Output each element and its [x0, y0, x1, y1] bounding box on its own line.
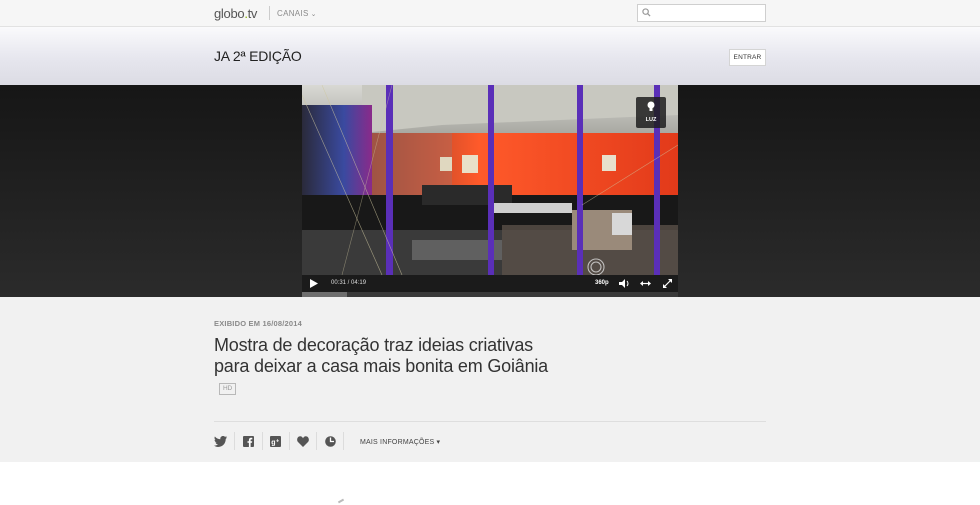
- video-frame[interactable]: [302, 85, 678, 275]
- fullscreen-icon[interactable]: [663, 279, 672, 288]
- section-divider: [214, 421, 766, 422]
- player-stage: LUZ 00:31 / 04:19 360p: [0, 85, 980, 297]
- chevron-down-icon: ▾: [436, 439, 441, 446]
- login-button[interactable]: ENTRAR: [729, 49, 766, 66]
- hd-badge: HD: [219, 383, 236, 395]
- search-box[interactable]: [637, 4, 766, 22]
- channels-menu[interactable]: CANAIS ⌄: [277, 9, 317, 18]
- heart-icon[interactable]: [297, 436, 309, 447]
- widen-icon[interactable]: [640, 279, 651, 288]
- video-title-text: Mostra de decoração traz ideias criativa…: [214, 335, 548, 376]
- social-divider: [343, 432, 344, 450]
- top-navigation-bar: globo.tv CANAIS ⌄: [0, 0, 980, 27]
- video-player[interactable]: LUZ 00:31 / 04:19 360p: [302, 85, 678, 297]
- chevron-down-icon: ⌄: [310, 11, 317, 18]
- player-controls: 00:31 / 04:19 360p: [302, 275, 678, 292]
- search-icon: [642, 8, 651, 17]
- social-divider: [316, 432, 317, 450]
- twitter-icon[interactable]: [214, 436, 227, 447]
- video-title: Mostra de decoração traz ideias criativa…: [214, 335, 554, 398]
- video-info-panel: EXIBIDO EM 16/08/2014 Mostra de decoraçã…: [0, 297, 980, 462]
- social-divider: [262, 432, 263, 450]
- svg-text:g: g: [271, 439, 275, 446]
- quality-selector[interactable]: 360p: [595, 280, 609, 286]
- globotv-logo[interactable]: globo.tv: [214, 6, 257, 21]
- facebook-icon[interactable]: [243, 436, 254, 447]
- luz-label: LUZ: [645, 117, 657, 123]
- more-info-toggle[interactable]: MAIS INFORMAÇÕES ▾: [360, 438, 440, 446]
- nav-divider: [269, 6, 270, 20]
- accent-mark: [337, 498, 345, 504]
- play-icon[interactable]: [310, 279, 318, 288]
- bulb-icon: [647, 101, 655, 111]
- search-input[interactable]: [654, 6, 762, 20]
- program-title[interactable]: JA 2ª EDIÇÃO: [214, 48, 302, 64]
- aired-date: EXIBIDO EM 16/08/2014: [214, 319, 302, 328]
- volume-icon[interactable]: [619, 279, 630, 288]
- google-plus-icon[interactable]: g +: [270, 436, 281, 447]
- program-header: JA 2ª EDIÇÃO ENTRAR: [0, 27, 980, 85]
- time-display: 00:31 / 04:19: [331, 280, 367, 286]
- social-divider: [289, 432, 290, 450]
- svg-text:+: +: [276, 439, 279, 445]
- social-divider: [234, 432, 235, 450]
- page-content-below: [0, 462, 980, 505]
- clock-icon[interactable]: [325, 436, 336, 447]
- luz-button[interactable]: LUZ: [636, 97, 666, 128]
